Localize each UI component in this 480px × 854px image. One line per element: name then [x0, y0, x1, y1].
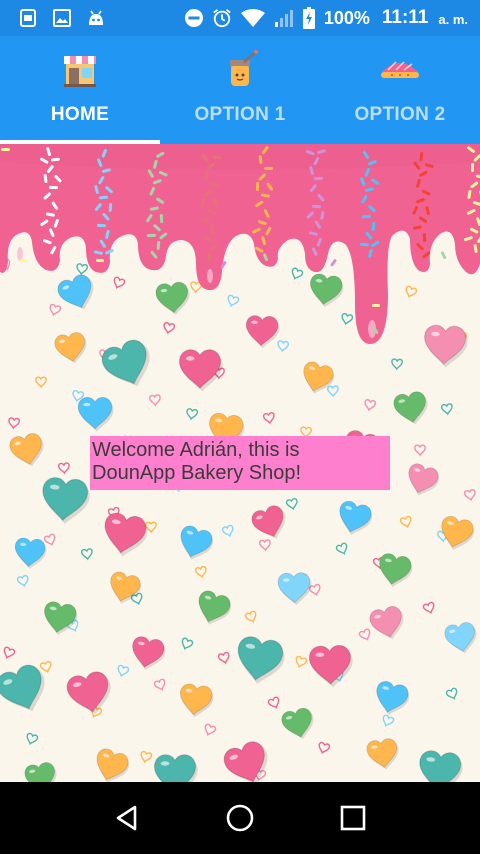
tab-home[interactable]: HOME: [0, 36, 160, 144]
shop-icon: [64, 56, 96, 87]
image-icon: [52, 8, 72, 28]
wifi-icon: [240, 8, 266, 28]
navigation-bar: [0, 782, 480, 854]
do-not-disturb-icon: [184, 8, 204, 28]
recents-square-icon: [341, 805, 366, 831]
home-button[interactable]: [220, 798, 260, 838]
home-circle-icon: [226, 804, 254, 832]
alarm-icon: [212, 8, 232, 28]
battery-level: 100%: [323, 7, 370, 28]
pie-icon: [381, 61, 419, 78]
tab-label: HOME: [50, 104, 110, 125]
tab-bar: HOME OPTION 1 OPTION 2: [0, 36, 480, 144]
signal-icon: [274, 8, 294, 28]
tab-label: OPTION 2: [354, 104, 446, 125]
clock-time: 11:11: [381, 7, 429, 28]
tab-label: OPTION 1: [194, 104, 286, 125]
notification-icon: [18, 8, 38, 28]
tab-option-1[interactable]: OPTION 1: [160, 36, 320, 144]
home-content: Welcome Adrián, this is DounApp Bakery S…: [0, 144, 480, 782]
status-bar: 100% 11:11 a. m.: [0, 0, 480, 36]
android-icon: [86, 8, 106, 28]
back-button[interactable]: [107, 798, 147, 838]
clock-ampm: a. m.: [438, 12, 468, 27]
welcome-message: Welcome Adrián, this is DounApp Bakery S…: [90, 436, 390, 490]
back-icon: [116, 805, 136, 831]
tab-option-2[interactable]: OPTION 2: [320, 36, 480, 144]
jar-icon: [230, 50, 258, 86]
recents-button[interactable]: [333, 798, 373, 838]
battery-charging-icon: [302, 7, 316, 29]
